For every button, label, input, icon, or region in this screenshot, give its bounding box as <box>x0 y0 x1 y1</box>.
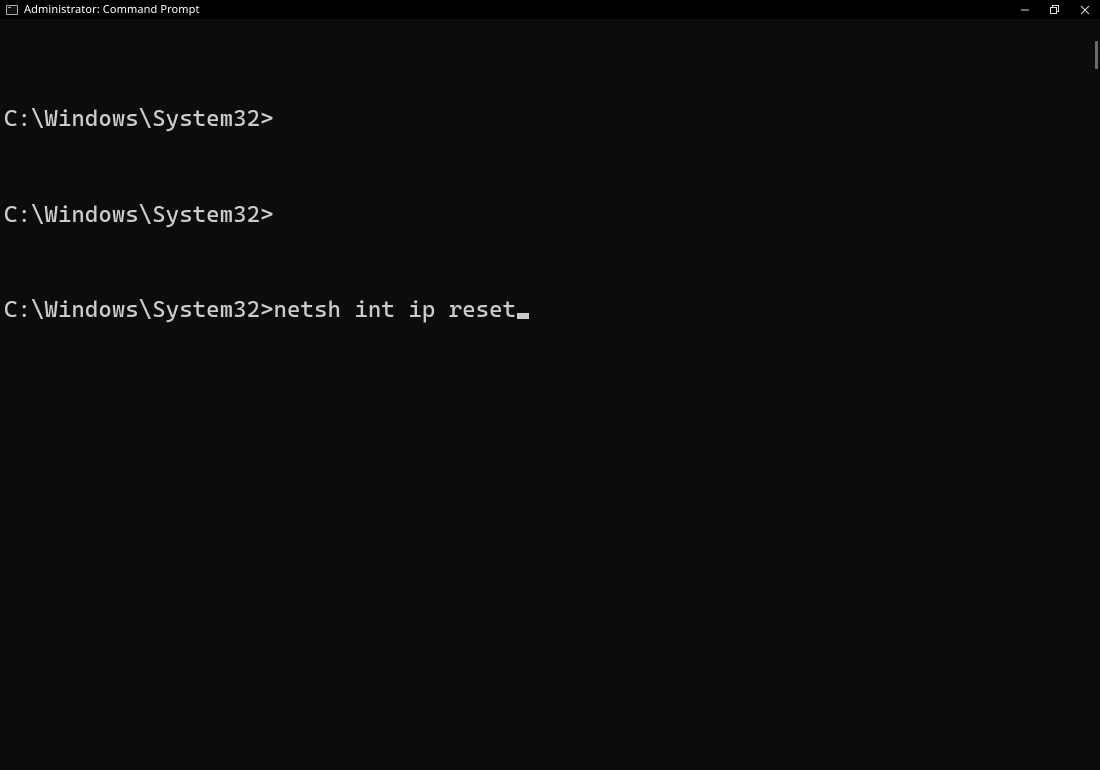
app-icon <box>6 5 18 15</box>
titlebar[interactable]: Administrator: Command Prompt <box>0 0 1100 19</box>
prompt-text: C:\Windows\System32> <box>4 202 274 228</box>
minimize-button[interactable] <box>1010 0 1040 19</box>
prompt-text: C:\Windows\System32> <box>4 297 274 323</box>
titlebar-text: Administrator: Command Prompt <box>24 2 200 17</box>
restore-icon <box>1050 5 1060 15</box>
terminal-line: C:\Windows\System32> <box>4 104 1096 136</box>
scrollbar-thumb[interactable] <box>1095 41 1098 69</box>
text-cursor <box>517 313 529 319</box>
terminal-output[interactable]: C:\Windows\System32> C:\Windows\System32… <box>0 19 1100 770</box>
input-text: netsh int ip reset <box>274 297 517 323</box>
close-button[interactable] <box>1070 0 1100 19</box>
terminal-line: C:\Windows\System32> <box>4 200 1096 232</box>
maximize-button[interactable] <box>1040 0 1070 19</box>
terminal-line: C:\Windows\System32>netsh int ip reset <box>4 295 1096 327</box>
command-prompt-window: Administrator: Command Prompt <box>0 0 1100 770</box>
window-controls <box>1010 0 1100 19</box>
prompt-text: C:\Windows\System32> <box>4 106 274 132</box>
minimize-icon <box>1020 5 1030 15</box>
close-icon <box>1080 5 1090 15</box>
